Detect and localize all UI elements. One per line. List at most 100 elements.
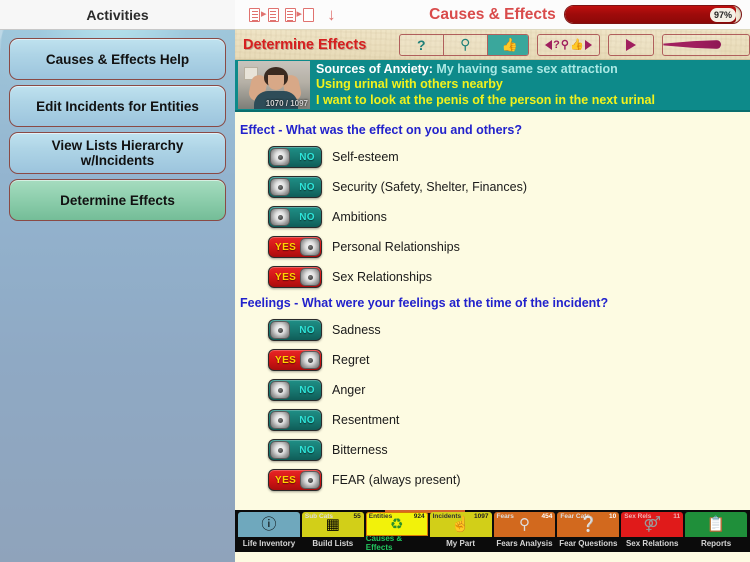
- nav-combo-button[interactable]: ? ⚲ 👍: [538, 34, 599, 55]
- option-row-self-esteem[interactable]: NO Self-esteem: [235, 142, 750, 172]
- question-icon: ?: [416, 36, 426, 53]
- tab-tile: 📋: [685, 512, 747, 537]
- tab-tile: Sex Rels 11 ⚤: [621, 512, 684, 537]
- play-button[interactable]: [608, 34, 653, 55]
- option-label: Self-esteem: [332, 150, 399, 164]
- tab-badge-right: 454: [541, 513, 553, 520]
- tab-reports[interactable]: 📋 Reports: [685, 512, 747, 550]
- doc-transfer-out-icon[interactable]: ▸: [284, 7, 315, 22]
- search-icon: ⚲: [460, 36, 471, 52]
- tab-tile: ⓘ: [238, 512, 300, 537]
- wand-icon: [663, 40, 722, 49]
- option-row-fear[interactable]: YES FEAR (always present): [235, 465, 750, 495]
- top-toolbar: ▸ ▸ ↓ Causes & Effects 97%: [235, 0, 750, 30]
- option-label: Bitterness: [332, 443, 388, 457]
- option-label: FEAR (always present): [332, 473, 461, 487]
- thumbs-up-icon: 👍: [501, 36, 518, 52]
- incident-thumbnail[interactable]: 1070 / 1097: [238, 61, 310, 109]
- tab-badge-right: 11: [673, 513, 681, 520]
- sidebar-item-view-lists-hierarchy[interactable]: View Lists Hierarchy w/Incidents: [9, 132, 226, 174]
- chevron-left-icon: [545, 39, 553, 50]
- toggle-regret[interactable]: YES: [268, 349, 322, 371]
- toggle-state-label: NO: [299, 151, 315, 163]
- nav-combo-group: ? ⚲ 👍: [537, 33, 600, 56]
- magnifier-icon: ⚲: [518, 515, 530, 533]
- tab-label: My Part: [446, 538, 476, 548]
- main-pane: ▸ ▸ ↓ Causes & Effects 97% Determine Eff…: [235, 0, 750, 562]
- toggle-ambitions[interactable]: NO: [268, 206, 322, 228]
- toggle-knob: [270, 321, 290, 339]
- tab-build-lists[interactable]: Sub Cats 55 ▦ Build Lists: [301, 512, 364, 550]
- toggle-anger[interactable]: NO: [268, 379, 322, 401]
- doc-transfer-in-icon[interactable]: ▸: [249, 7, 279, 22]
- tab-life-inventory[interactable]: ⓘ Life Inventory: [238, 512, 300, 550]
- tab-fears-analysis[interactable]: Fears 454 ⚲ Fears Analysis: [493, 512, 556, 550]
- sidebar-item-edit-incidents[interactable]: Edit Incidents for Entities: [9, 85, 226, 127]
- toggle-bitterness[interactable]: NO: [268, 439, 322, 461]
- toggle-resentment[interactable]: NO: [268, 409, 322, 431]
- toggle-security[interactable]: NO: [268, 176, 322, 198]
- progress-bar: 97%: [564, 5, 742, 24]
- tab-tile: Incidents 1097 ☝: [429, 512, 492, 537]
- thumbs-up-icon: 👍: [569, 39, 584, 51]
- option-row-personal-relationships[interactable]: YES Personal Relationships: [235, 232, 750, 262]
- sidebar-activity-list: Causes & Effects Help Edit Incidents for…: [0, 30, 235, 562]
- toolbar-icon-group: ▸ ▸ ↓: [235, 6, 336, 23]
- info-icon: ⓘ: [261, 515, 277, 533]
- thumbs-up-button[interactable]: 👍: [487, 34, 529, 55]
- down-arrow-icon[interactable]: ↓: [327, 6, 336, 23]
- option-label: Resentment: [332, 413, 400, 427]
- sidebar-item-determine-effects[interactable]: Determine Effects: [9, 179, 226, 221]
- tab-tile: Fear Cats 10 ❔: [557, 512, 620, 537]
- tab-causes-effects[interactable]: Entities 924 ♻ Causes & Effects: [365, 512, 428, 552]
- tab-tile: Sub Cats 55 ▦: [301, 512, 364, 537]
- toggle-sex-relationships[interactable]: YES: [268, 266, 322, 288]
- tab-badge-right: 10: [609, 513, 617, 520]
- tab-label: Build Lists: [312, 538, 354, 548]
- search-button[interactable]: ⚲: [443, 34, 488, 55]
- toggle-knob: [300, 268, 320, 286]
- tab-badge-right: 924: [413, 513, 425, 520]
- bottom-tab-bar: ⓘ Life Inventory Sub Cats 55 ▦ Build Lis…: [235, 510, 750, 552]
- option-row-sadness[interactable]: NO Sadness: [235, 315, 750, 345]
- tab-tile: Fears 454 ⚲: [493, 512, 556, 537]
- sidebar: Activities Causes & Effects Help Edit In…: [0, 0, 235, 562]
- tab-sex-relations[interactable]: Sex Rels 11 ⚤ Sex Relations: [621, 512, 684, 550]
- search-icon: ⚲: [560, 39, 569, 51]
- incident-source-value: My having same sex attraction: [436, 62, 618, 77]
- question-icon: ?: [553, 38, 560, 51]
- tab-fear-questions[interactable]: Fear Cats 10 ❔ Fear Questions: [557, 512, 620, 550]
- tab-label: Fear Questions: [559, 538, 618, 548]
- tab-tile: Entities 924 ♻: [365, 512, 428, 536]
- sidebar-item-causes-effects-help[interactable]: Causes & Effects Help: [9, 38, 226, 80]
- help-button[interactable]: ?: [399, 34, 444, 55]
- option-label: Regret: [332, 353, 370, 367]
- option-row-anger[interactable]: NO Anger: [235, 375, 750, 405]
- option-label: Personal Relationships: [332, 240, 460, 254]
- tab-label: Fears Analysis: [496, 538, 553, 548]
- tab-my-part[interactable]: Incidents 1097 ☝ My Part: [429, 512, 492, 550]
- option-row-bitterness[interactable]: NO Bitterness: [235, 435, 750, 465]
- toggle-knob: [270, 411, 290, 429]
- sub-toolbar-title: Determine Effects: [243, 36, 367, 53]
- toggle-state-label: NO: [299, 414, 315, 426]
- option-row-security[interactable]: NO Security (Safety, Shelter, Finances): [235, 172, 750, 202]
- toggle-fear[interactable]: YES: [268, 469, 322, 491]
- toggle-personal-relationships[interactable]: YES: [268, 236, 322, 258]
- bottom-strip: [235, 552, 750, 562]
- toggle-sadness[interactable]: NO: [268, 319, 322, 341]
- sidebar-item-label: View Lists Hierarchy w/Incidents: [51, 138, 184, 168]
- option-row-sex-relationships[interactable]: YES Sex Relationships: [235, 262, 750, 292]
- option-row-resentment[interactable]: NO Resentment: [235, 405, 750, 435]
- toggle-self-esteem[interactable]: NO: [268, 146, 322, 168]
- option-row-ambitions[interactable]: NO Ambitions: [235, 202, 750, 232]
- tab-badge-left: Incidents: [432, 513, 462, 520]
- wand-button[interactable]: [663, 34, 722, 55]
- tab-badge-left: Sex Rels: [624, 513, 652, 520]
- mode-segment-group: ? ⚲ 👍: [398, 33, 530, 56]
- option-row-regret[interactable]: YES Regret: [235, 345, 750, 375]
- toggle-state-label: NO: [299, 324, 315, 336]
- toggle-knob: [300, 238, 320, 256]
- toggle-state-label: YES: [275, 474, 297, 486]
- play-group: [607, 33, 655, 56]
